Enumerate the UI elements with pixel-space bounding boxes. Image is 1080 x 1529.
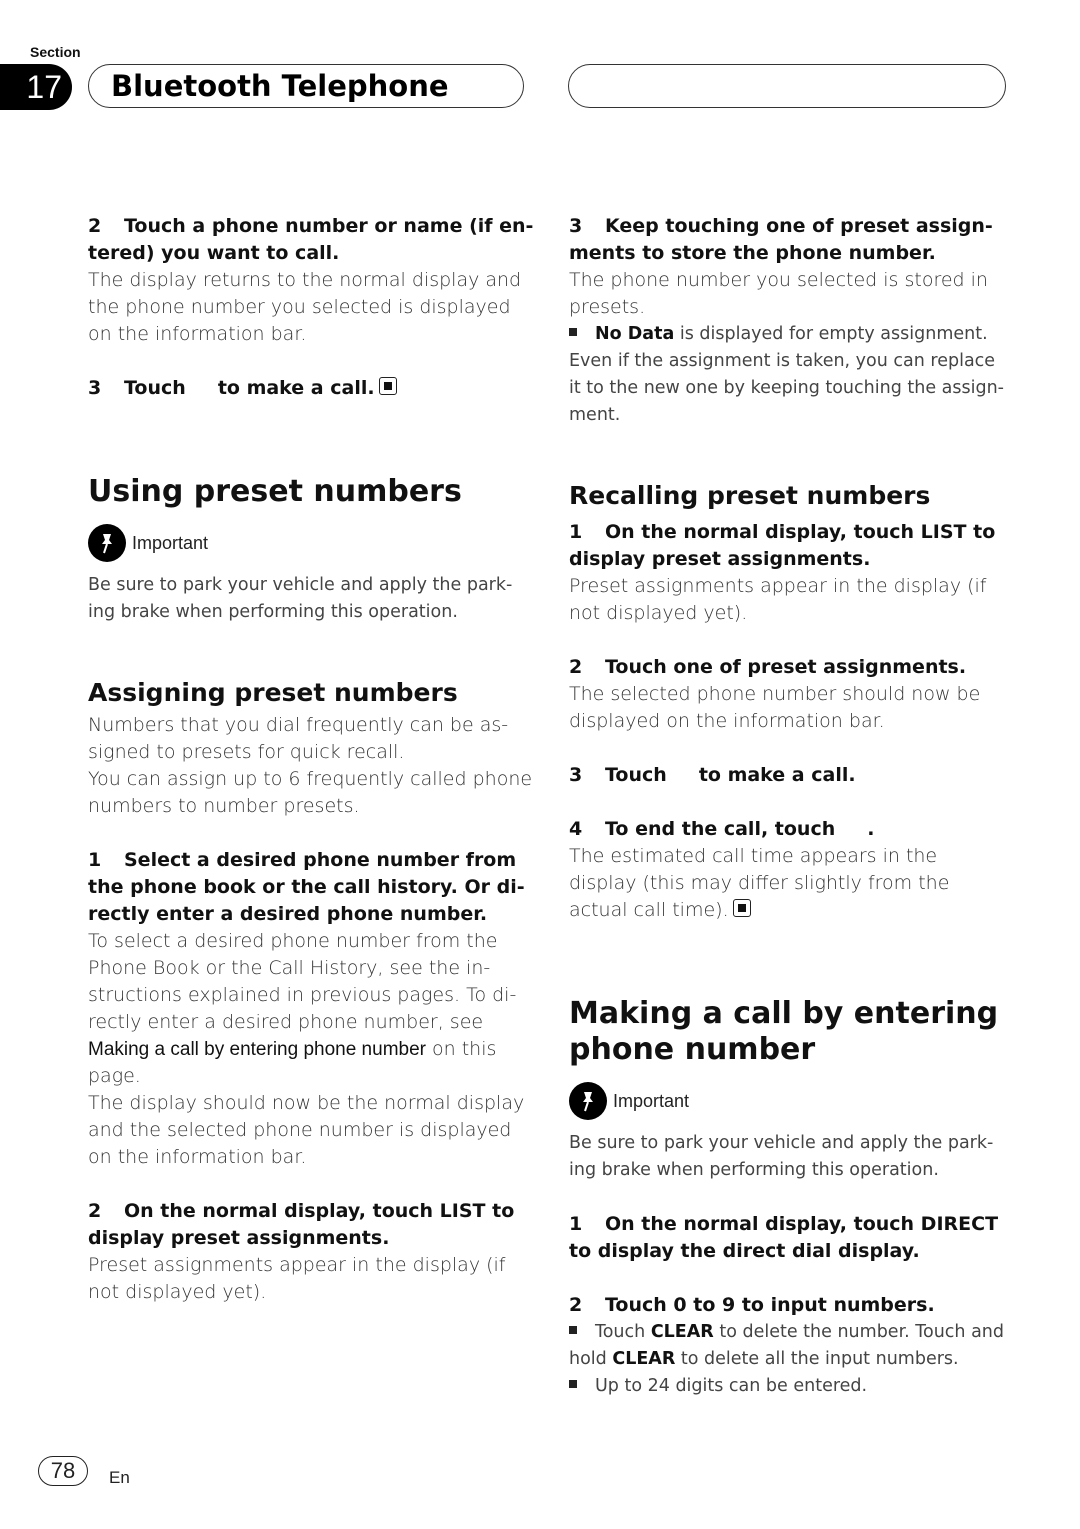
left-column: 2 Touch a phone number or name (if en-ter…	[88, 213, 538, 1306]
direct-step-2: 2 Touch 0 to 9 to input numbers.	[569, 1294, 935, 1316]
assign-step-3: 3 Keep touching one of preset assign-ment…	[569, 215, 993, 264]
direct-step-1: 1 On the normal display, touch DIRECT to …	[569, 1213, 999, 1262]
recall-step-1: 1 On the normal display, touch LIST to di…	[569, 521, 996, 570]
step-2-call: 2 Touch a phone number or name (if en-ter…	[88, 215, 534, 264]
end-mark-icon	[732, 899, 751, 917]
pushpin-icon	[569, 1082, 607, 1120]
section-label: Section	[30, 44, 81, 60]
heading-making-call: Making a call by entering phone number	[569, 996, 999, 1067]
heading-assigning-preset: Assigning preset numbers	[88, 678, 458, 707]
bullet-icon	[569, 1326, 577, 1334]
assigning-p2: You can assign up to 6 frequently called…	[88, 768, 533, 817]
recall-step-3: 3 Touch to make a call.	[569, 764, 856, 786]
important-notice: Important	[88, 524, 538, 562]
recall-step-1-body: Preset assignments appear in the display…	[569, 575, 987, 624]
page-title-text: Bluetooth Telephone	[111, 69, 449, 103]
assign-step-2: 2 On the normal display, touch LIST to di…	[88, 1200, 515, 1249]
recall-step-4: 4 To end the call, touch.	[569, 818, 875, 840]
assign-step-1-body2: The display should now be the normal dis…	[88, 1092, 525, 1168]
digits-note: Up to 24 digits can be entered.	[569, 1373, 1009, 1400]
important-notice: Important	[569, 1082, 1009, 1120]
language-label: En	[109, 1468, 130, 1487]
step-3-call: 3 Touch to make a call.	[88, 375, 538, 402]
bullet-icon	[569, 328, 577, 336]
recall-step-4-body: The estimated call time appears in the d…	[569, 845, 950, 921]
important-text: Be sure to park your vehicle and apply t…	[569, 1133, 994, 1180]
page-title: Bluetooth Telephone	[88, 64, 524, 108]
important-text: Be sure to park your vehicle and apply t…	[88, 575, 513, 622]
cross-reference-link[interactable]: Making a call by entering phone number	[88, 1039, 426, 1060]
assign-step-3-body: The phone number you selected is stored …	[569, 269, 988, 318]
bullet-icon	[569, 1380, 577, 1388]
heading-recalling-preset: Recalling preset numbers	[569, 481, 931, 510]
important-label: Important	[613, 1090, 690, 1111]
assigning-p1: Numbers that you dial frequently can be …	[88, 714, 509, 763]
step-2-body: The display returns to the normal displa…	[88, 269, 522, 345]
page-number: 78	[38, 1456, 88, 1486]
heading-using-preset: Using preset numbers	[88, 474, 462, 509]
section-number: 17	[0, 64, 72, 110]
recall-step-2-body: The selected phone number should now be …	[569, 683, 981, 732]
right-column: 3 Keep touching one of preset assign-ment…	[569, 213, 1009, 1400]
no-data-note: No Data is displayed for empty assignmen…	[569, 324, 1004, 425]
assign-step-2-body: Preset assignments appear in the display…	[88, 1254, 506, 1303]
assign-step-1: 1 Select a desired phone number from the …	[88, 849, 525, 925]
header-right-pill	[568, 64, 1006, 108]
assign-step-1-body: To select a desired phone number from th…	[88, 930, 517, 1087]
recall-step-2: 2 Touch one of preset assignments.	[569, 656, 967, 678]
end-mark-icon	[378, 377, 397, 395]
important-label: Important	[132, 532, 209, 553]
clear-note: Touch CLEAR to delete the number. Touch …	[569, 1322, 1004, 1369]
pushpin-icon	[88, 524, 126, 562]
